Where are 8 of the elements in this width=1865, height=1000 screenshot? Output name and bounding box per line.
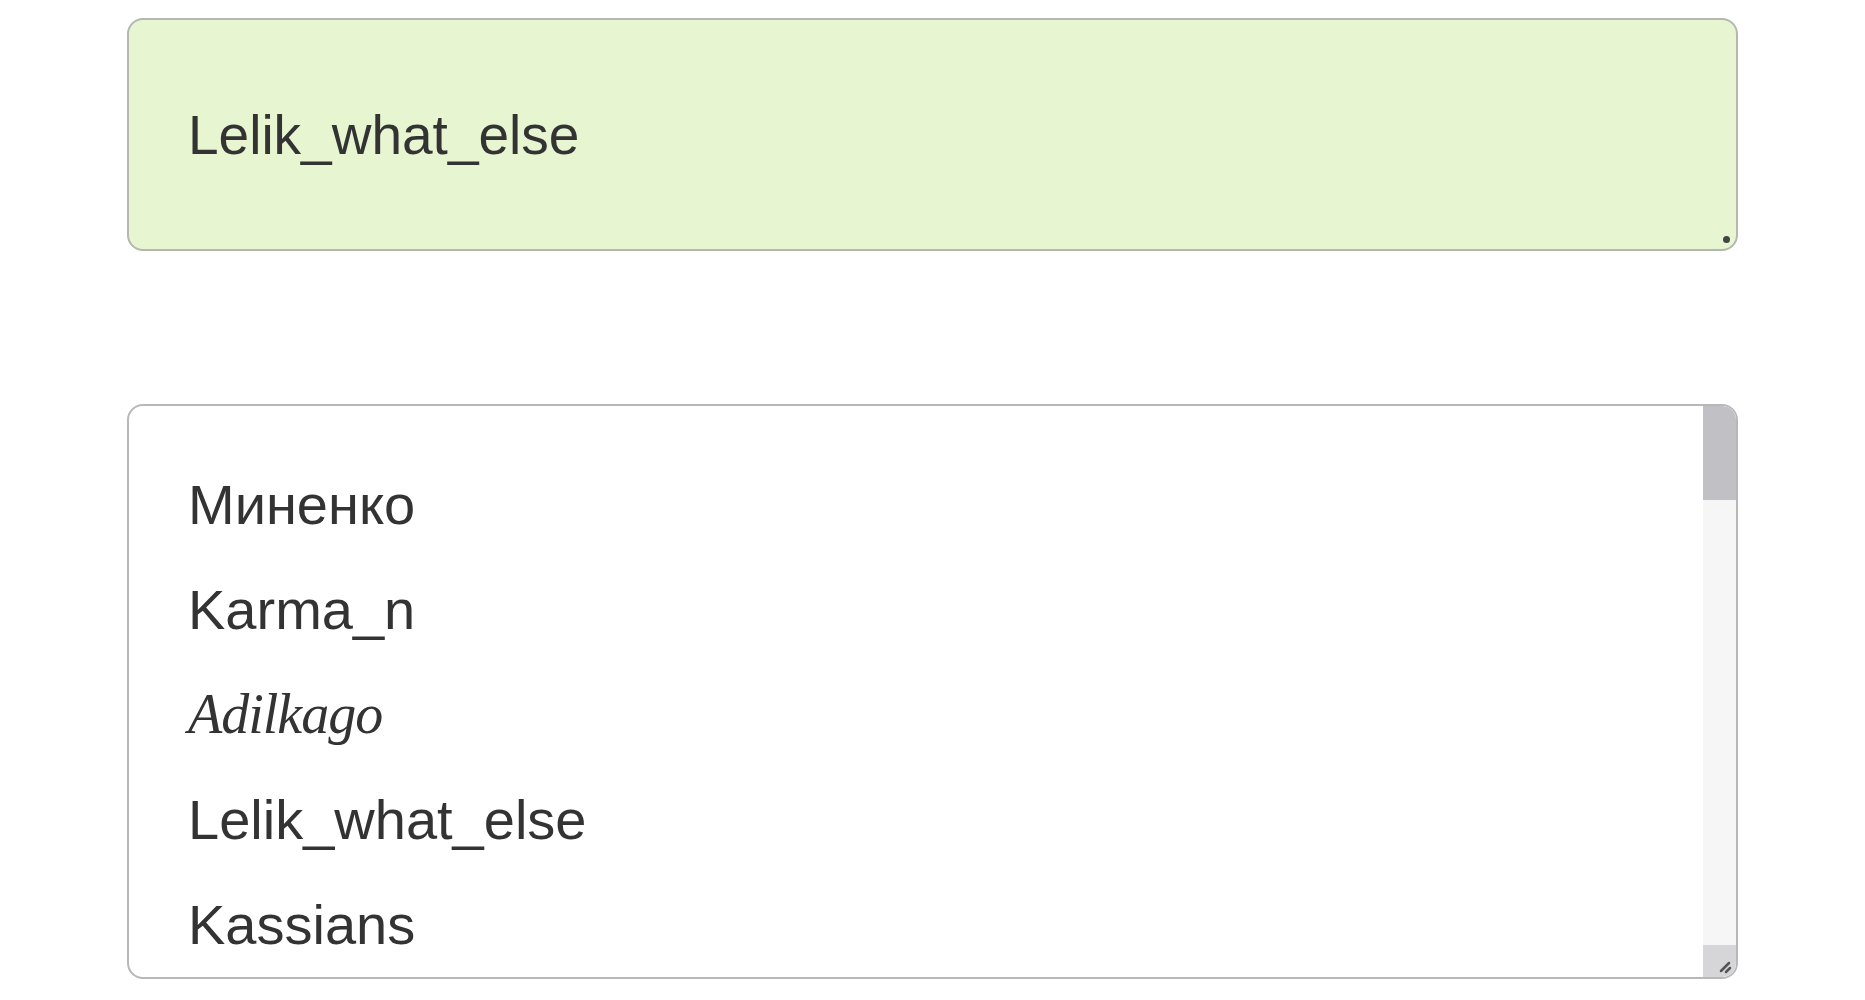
list-option[interactable]: Kassians — [188, 872, 1703, 977]
scrollbar-thumb[interactable] — [1703, 406, 1736, 500]
list-option[interactable]: Lelik_what_else — [188, 767, 1703, 872]
corner-dot-icon[interactable] — [1723, 236, 1730, 243]
text-area[interactable]: Lelik_what_else — [127, 18, 1738, 251]
resize-grip-icon[interactable] — [1703, 945, 1736, 977]
list-option[interactable]: Karma_n — [188, 557, 1703, 662]
list-option[interactable]: Миненко — [188, 452, 1703, 557]
